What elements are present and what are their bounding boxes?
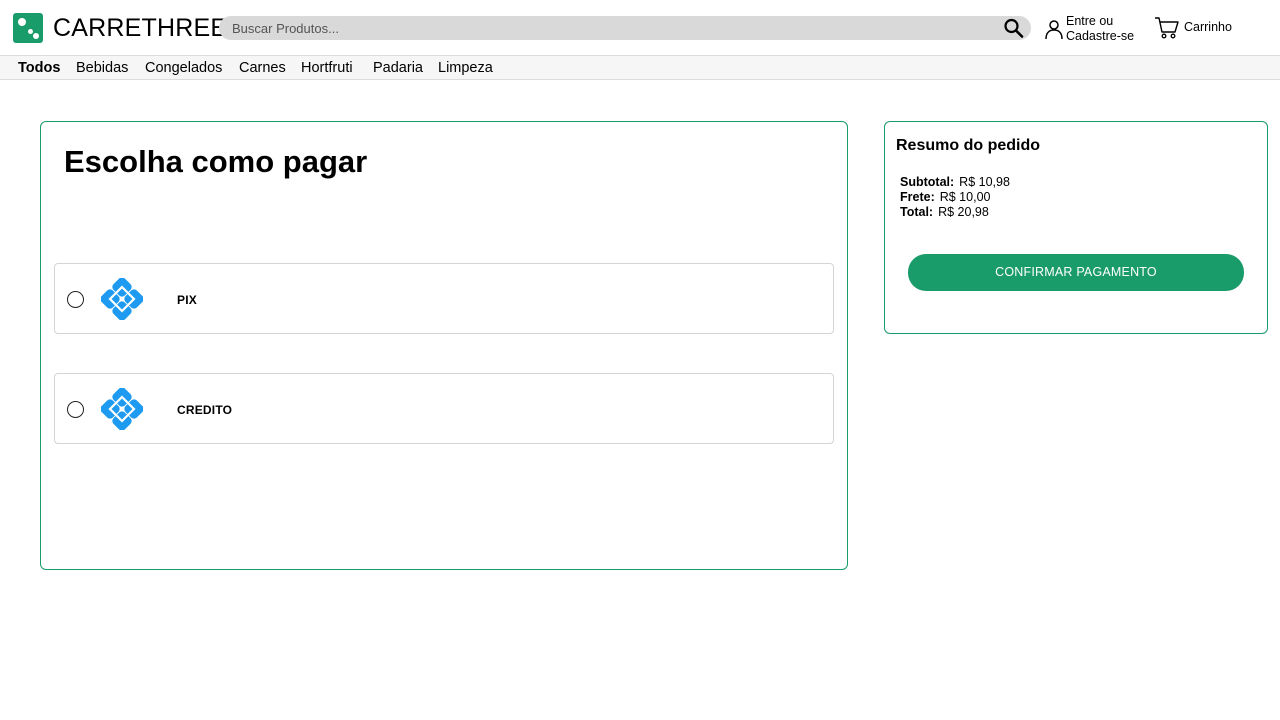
cart-label: Carrinho bbox=[1184, 20, 1232, 34]
cart-icon bbox=[1155, 17, 1179, 39]
summary-title: Resumo do pedido bbox=[896, 137, 1040, 154]
payment-option-credito[interactable]: CREDITO bbox=[54, 373, 834, 444]
account-label: Entre ou Cadastre-se bbox=[1066, 14, 1156, 44]
brand-name[interactable]: CARRETHREE bbox=[53, 13, 227, 43]
category-carnes[interactable]: Carnes bbox=[239, 60, 286, 77]
pix-label: PIX bbox=[177, 293, 197, 307]
search-bar bbox=[219, 16, 1031, 40]
account-line-1: Entre ou bbox=[1066, 14, 1114, 28]
account-link[interactable]: Entre ou Cadastre-se bbox=[1044, 14, 1144, 44]
frete-value: R$ 10,00 bbox=[939, 190, 991, 204]
subtotal-value: R$ 10,98 bbox=[959, 175, 1010, 189]
subtotal-label: Subtotal: bbox=[900, 175, 955, 189]
category-padaria[interactable]: Padaria bbox=[373, 60, 423, 77]
total-value: R$ 20,98 bbox=[938, 205, 989, 219]
pix-radio[interactable] bbox=[67, 291, 84, 308]
search-icon[interactable] bbox=[1003, 18, 1025, 38]
credito-radio[interactable] bbox=[67, 401, 84, 418]
category-todos[interactable]: Todos bbox=[18, 60, 60, 77]
account-line-2: Cadastre-se bbox=[1066, 29, 1135, 43]
confirm-payment-button[interactable]: CONFIRMAR PAGAMENTO bbox=[908, 254, 1244, 291]
payment-option-pix[interactable]: PIX bbox=[54, 263, 834, 334]
category-nav: Todos Bebidas Congelados Carnes Hortfrut… bbox=[0, 55, 1280, 80]
category-hortfruti[interactable]: Hortfruti bbox=[301, 60, 353, 77]
category-bebidas[interactable]: Bebidas bbox=[76, 60, 128, 77]
credito-label: CREDITO bbox=[177, 403, 233, 417]
logo-icon[interactable] bbox=[13, 13, 43, 43]
order-summary-card: Resumo do pedido Subtotal: R$ 10,98 Frete… bbox=[884, 121, 1268, 334]
frete-label: Frete: bbox=[900, 190, 935, 204]
user-icon bbox=[1045, 20, 1063, 40]
frete-row: Frete: R$ 10,00 bbox=[900, 190, 990, 205]
category-limpeza[interactable]: Limpeza bbox=[438, 60, 493, 77]
payment-method-card: Escolha como pagar PIX CREDITO bbox=[40, 121, 848, 570]
total-label: Total: bbox=[900, 205, 934, 219]
pix-icon bbox=[101, 388, 143, 430]
total-row: Total: R$ 20,98 bbox=[900, 205, 989, 220]
search-input[interactable] bbox=[232, 16, 992, 40]
cart-link[interactable]: Carrinho bbox=[1154, 15, 1244, 41]
category-congelados[interactable]: Congelados bbox=[145, 60, 222, 77]
pix-icon bbox=[101, 278, 143, 320]
page-title: Escolha como pagar bbox=[64, 144, 368, 179]
subtotal-row: Subtotal: R$ 10,98 bbox=[900, 175, 1010, 190]
site-header: CARRETHREE Entre ou Cadastre-se Carrinho bbox=[0, 0, 1280, 55]
